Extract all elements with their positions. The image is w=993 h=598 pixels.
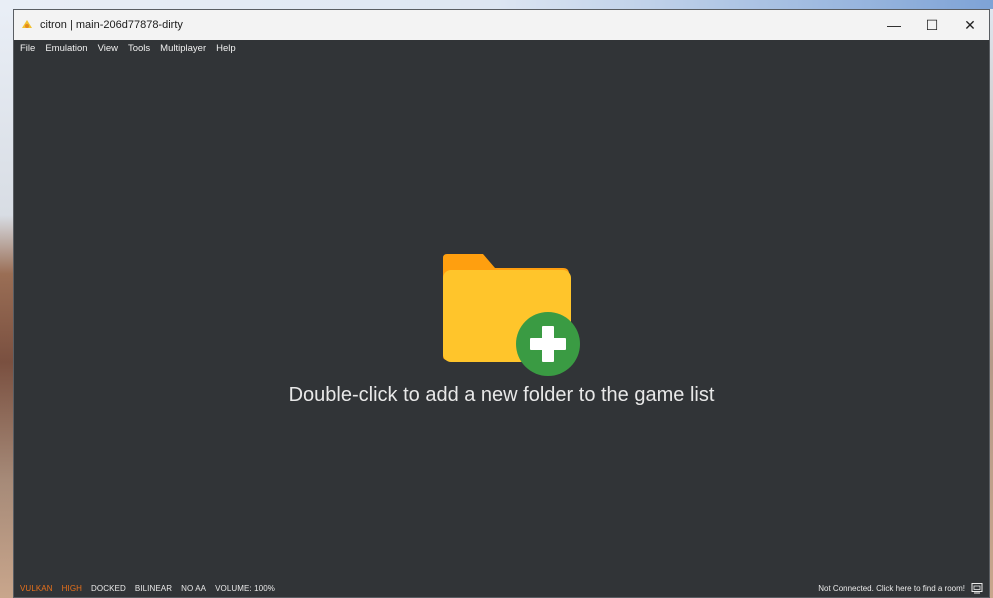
desktop-background-left [0,9,13,598]
window-controls: — ☐ ✕ [875,10,989,40]
status-dock-mode[interactable]: DOCKED [91,584,126,593]
game-list-area[interactable]: Double-click to add a new folder to the … [14,56,989,581]
status-aa[interactable]: NO AA [181,584,206,593]
window-title: citron | main-206d77878-dirty [40,19,183,31]
menu-help[interactable]: Help [216,43,236,54]
menu-view[interactable]: View [98,43,118,54]
status-bar: VULKAN HIGH DOCKED BILINEAR NO AA VOLUME… [14,579,989,597]
empty-list-hint: Double-click to add a new folder to the … [288,384,715,406]
status-filter[interactable]: BILINEAR [135,584,172,593]
maximize-button[interactable]: ☐ [913,10,951,40]
status-volume[interactable]: VOLUME: 100% [215,584,275,593]
menu-file[interactable]: File [20,43,35,54]
menu-bar: File Emulation View Tools Multiplayer He… [14,40,989,56]
title-bar[interactable]: citron | main-206d77878-dirty — ☐ ✕ [14,10,989,40]
add-folder-icon[interactable] [439,250,587,380]
status-renderer[interactable]: VULKAN [20,584,53,593]
close-button[interactable]: ✕ [951,10,989,40]
app-window: citron | main-206d77878-dirty — ☐ ✕ File… [13,9,990,598]
menu-tools[interactable]: Tools [128,43,150,54]
network-icon[interactable] [971,582,983,594]
status-accuracy[interactable]: HIGH [62,584,82,593]
desktop-background-top [0,0,993,9]
citron-app-icon [22,20,32,28]
menu-emulation[interactable]: Emulation [45,43,87,54]
network-status[interactable]: Not Connected. Click here to find a room… [818,579,965,597]
folder-plus-graphic [443,254,580,376]
minimize-button[interactable]: — [875,10,913,40]
menu-multiplayer[interactable]: Multiplayer [160,43,206,54]
